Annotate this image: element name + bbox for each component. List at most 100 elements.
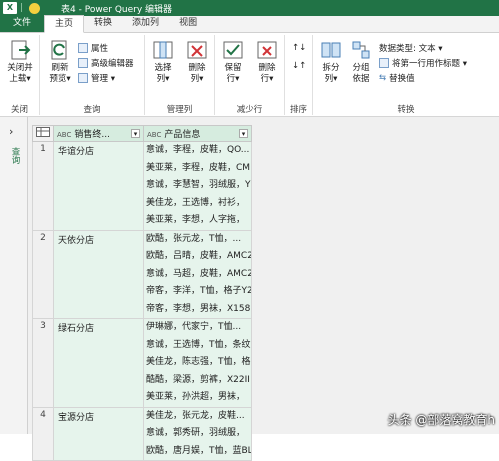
info-line: 美亚莱，孙洪超，男袜， — [146, 392, 246, 402]
refresh-preview-button[interactable]: 刷新 预览▾ — [44, 39, 76, 85]
group-query: 刷新 预览▾ 属性 高级编辑器 管理 ▾ 查询 — [40, 35, 145, 115]
tab-add-column[interactable]: 添加列 — [122, 15, 169, 32]
remove-columns-icon — [186, 39, 208, 61]
manage-button[interactable]: 管理 ▾ — [78, 71, 115, 84]
keep-rows-button[interactable]: 保留 行▾ — [217, 39, 249, 85]
first-row-header-icon — [379, 57, 389, 68]
close-load-label: 关闭并 上载▾ — [7, 63, 33, 84]
remove-rows-icon — [256, 39, 278, 61]
title-separator: | — [20, 3, 24, 13]
table-menu-button[interactable] — [32, 125, 54, 142]
text-type-icon: ABC — [57, 131, 72, 139]
advanced-editor-label: 高级编辑器 — [91, 58, 134, 69]
window-title: 表4 - Power Query 编辑器 — [61, 4, 173, 15]
info-line: 欧酷，唐月娱，T恤，蓝BL — [146, 445, 251, 456]
properties-button[interactable]: 属性 — [78, 41, 108, 54]
info-cell[interactable]: 欧酷，张元龙，T恤，... 欧酷，吕晴，皮鞋，AMC2 意诚，马超，皮鞋，AMC2 帝… — [143, 229, 252, 319]
queries-pane: › 查询 — [0, 117, 28, 434]
refresh-icon — [49, 39, 71, 61]
group-manage-columns: 选择 列▾ 删除 列▾ 管理列 — [145, 35, 215, 115]
tab-transform[interactable]: 转换 — [84, 15, 122, 32]
manage-label: 管理 ▾ — [91, 73, 115, 84]
group-reduce-rows-label: 减少行 — [236, 105, 263, 115]
data-table: ABC 销售终... ▾ ABC 产品信息 ▾ 1 华谊分店 意诚，李程，皮鞋，QO... 美… — [32, 125, 252, 461]
group-transform-label: 转换 — [397, 105, 415, 115]
table-row[interactable]: 2 天依分店 欧酷，张元龙，T恤，... 欧酷，吕晴，皮鞋，AMC2 意诚，马超，皮鞋，… — [32, 229, 252, 319]
group-transform: 拆分 列▾ 分组 依据 数据类型: 文本 ▾ 将第一行用作标题 ▾ ⇆ 替换值 … — [313, 35, 499, 115]
table-row[interactable]: 3 绿石分店 伊琳娜，代家宁，T恤... 意诚，王选博，T恤，条纹 美佳龙，陈志强，T恤… — [32, 318, 252, 408]
sort-descending-icon: ↓↑ — [292, 60, 307, 71]
info-line: 意诚，李程，皮鞋，QO... — [146, 145, 250, 155]
close-load-icon — [9, 39, 31, 61]
choose-columns-label: 选择 列▾ — [154, 63, 172, 84]
keep-rows-label: 保留 行▾ — [224, 63, 242, 84]
group-query-label: 查询 — [83, 105, 101, 115]
choose-columns-button[interactable]: 选择 列▾ — [147, 39, 179, 85]
tab-home[interactable]: 主页 — [44, 15, 85, 33]
filter-dropdown-icon[interactable]: ▾ — [131, 129, 140, 138]
keep-rows-icon — [222, 39, 244, 61]
sort-descending-button[interactable]: ↓↑ — [292, 59, 306, 72]
replace-values-button[interactable]: ⇆ 替换值 — [379, 71, 415, 84]
ribbon: 关闭并 上载▾ 关闭 刷新 预览▾ 属性 高级编辑器 管理 ▾ 查询 选择 列▾… — [0, 33, 499, 117]
title-bar: X | 表4 - Power Query 编辑器 — [0, 0, 499, 16]
info-cell[interactable]: 意诚，李程，皮鞋，QO... 美亚莱，李程，皮鞋，CM 意诚，李慧智，羽绒服，Y 美佳… — [143, 141, 252, 231]
group-manage-columns-label: 管理列 — [166, 105, 193, 115]
watermark: 头条 @部落窝教育h — [387, 413, 495, 427]
queries-pane-label[interactable]: 查询 — [9, 147, 21, 164]
tab-view[interactable]: 视图 — [169, 15, 207, 32]
group-by-button[interactable]: 分组 依据 — [345, 39, 377, 85]
filter-dropdown-icon[interactable]: ▾ — [239, 129, 248, 138]
info-line: 美佳龙，陈志强，T恤，格 — [146, 357, 251, 367]
advanced-editor-icon — [78, 57, 88, 68]
row-number: 3 — [32, 318, 54, 408]
table-row[interactable]: 1 华谊分店 意诚，李程，皮鞋，QO... 美亚莱，李程，皮鞋，CM 意诚，李慧智，羽绒… — [32, 141, 252, 231]
sort-ascending-button[interactable]: ↑↓ — [292, 41, 306, 54]
advanced-editor-button[interactable]: 高级编辑器 — [78, 56, 134, 69]
remove-columns-button[interactable]: 删除 列▾ — [181, 39, 213, 85]
info-line: 意诚，王选博，T恤，条纹 — [146, 339, 251, 350]
expand-chevron-icon[interactable]: › — [9, 125, 13, 138]
group-sort-label: 排序 — [289, 105, 307, 115]
sort-ascending-icon: ↑↓ — [292, 42, 307, 53]
close-load-button[interactable]: 关闭并 上载▾ — [4, 39, 36, 85]
info-line: 美佳龙，张元龙，皮鞋... — [146, 410, 245, 421]
column-header-info[interactable]: ABC 产品信息 ▾ — [143, 125, 252, 142]
group-by-icon — [350, 39, 372, 61]
info-line: 帝客，李想，男袜，X158 — [146, 303, 251, 314]
replace-values-icon: ⇆ — [379, 72, 387, 83]
split-column-button[interactable]: 拆分 列▾ — [315, 39, 347, 85]
replace-values-label: 替换值 — [389, 73, 415, 84]
info-cell[interactable]: 伊琳娜，代家宁，T恤... 意诚，王选博，T恤，条纹 美佳龙，陈志强，T恤，格 酷酷，… — [143, 318, 252, 408]
text-type-icon: ABC — [147, 131, 162, 139]
info-line: 意诚，李慧智，羽绒服，Y — [146, 180, 251, 190]
properties-icon — [78, 42, 88, 53]
info-line: 美亚莱，李想，人字拖， — [146, 215, 246, 225]
info-line: 意诚，马超，皮鞋，AMC2 — [146, 268, 251, 279]
data-type-label: 数据类型: 文本 ▾ — [379, 43, 443, 54]
tab-file[interactable]: 文件 — [0, 15, 45, 32]
column-header-store[interactable]: ABC 销售终... ▾ — [53, 125, 144, 142]
column-header-store-label: 销售终... — [74, 130, 110, 140]
store-cell[interactable]: 天依分店 — [53, 229, 144, 319]
row-number: 2 — [32, 229, 54, 319]
ribbon-tabs: 文件 主页 转换 添加列 视图 — [0, 15, 499, 33]
remove-columns-label: 删除 列▾ — [188, 63, 206, 84]
data-type-dropdown[interactable]: 数据类型: 文本 ▾ — [379, 41, 443, 54]
group-sort: ↑↓ ↓↑ 排序 — [285, 35, 313, 115]
remove-rows-button[interactable]: 删除 行▾ — [251, 39, 283, 85]
smiley-icon[interactable] — [29, 2, 41, 14]
info-line: 美佳龙，王选博，衬衫， — [146, 197, 246, 208]
store-cell[interactable]: 华谊分店 — [53, 141, 144, 231]
choose-columns-icon — [152, 39, 174, 61]
store-cell[interactable]: 绿石分店 — [53, 318, 144, 408]
split-column-icon — [320, 39, 342, 61]
properties-label: 属性 — [91, 43, 109, 54]
data-grid-area: ABC 销售终... ▾ ABC 产品信息 ▾ 1 华谊分店 意诚，李程，皮鞋，QO... 美… — [28, 117, 499, 461]
manage-icon — [78, 72, 88, 83]
split-column-label: 拆分 列▾ — [322, 63, 340, 84]
info-line: 欧酷，吕晴，皮鞋，AMC2 — [146, 251, 251, 261]
info-line: 欧酷，张元龙，T恤，... — [146, 233, 242, 244]
first-row-header-button[interactable]: 将第一行用作标题 ▾ — [379, 56, 467, 69]
group-close: 关闭并 上载▾ 关闭 — [0, 35, 40, 115]
